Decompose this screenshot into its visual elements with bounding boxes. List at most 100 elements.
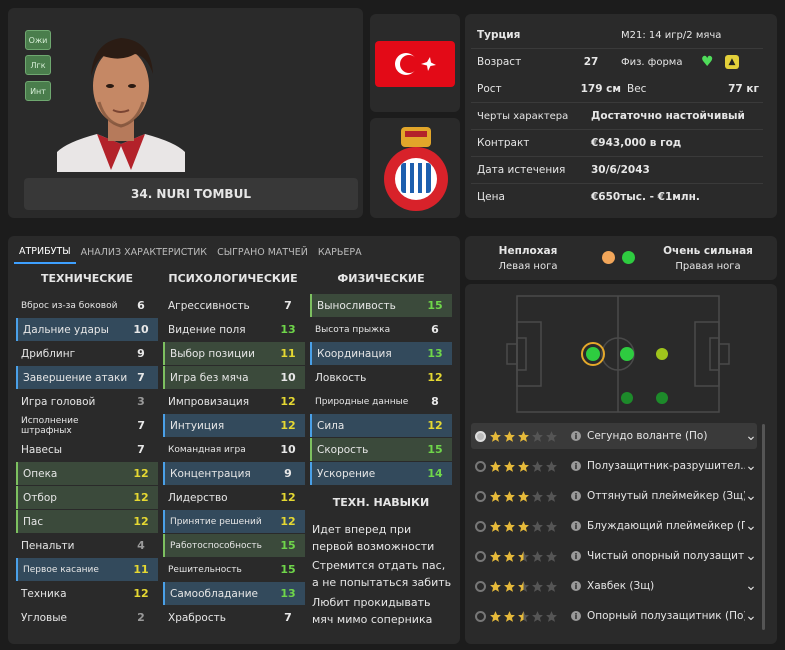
attr-label: Вброс из-за боковой: [21, 300, 118, 311]
attr-row[interactable]: Выбор позиции 11: [163, 342, 305, 365]
attr-value: 15: [427, 299, 443, 312]
attr-row[interactable]: Вброс из-за боковой 6: [16, 294, 158, 317]
attr-row[interactable]: Принятие решений 12: [163, 510, 305, 533]
chevron-down-icon[interactable]: ⌄: [745, 609, 757, 623]
attr-row[interactable]: Дальние удары 10: [16, 318, 158, 341]
attr-row[interactable]: Координация 13: [310, 342, 452, 365]
contract-row[interactable]: Контракт €943,000 в год: [471, 130, 763, 156]
attr-row[interactable]: Ускорение 14: [310, 462, 452, 485]
pitch-diagram: [506, 295, 730, 413]
role-radio[interactable]: [475, 430, 486, 442]
tag-2[interactable]: Инт: [25, 81, 51, 101]
role-radio[interactable]: [475, 490, 486, 502]
attr-value: 12: [133, 587, 149, 600]
tag-1[interactable]: Лгк: [25, 55, 51, 75]
attr-label: Первое касание: [23, 564, 99, 575]
role-radio[interactable]: [475, 520, 486, 532]
tab-attributes[interactable]: АТРИБУТЫ: [14, 240, 76, 264]
attr-row[interactable]: Скорость 15: [310, 438, 452, 461]
attr-row[interactable]: Интуиция 12: [163, 414, 305, 437]
role-item[interactable]: i Оттянутый плеймейкер (Зщ) ⌄: [471, 483, 757, 509]
attr-row[interactable]: Природные данные 8: [310, 390, 452, 413]
attr-row[interactable]: Техника 12: [16, 582, 158, 605]
attr-row[interactable]: Опека 12: [16, 462, 158, 485]
attr-row[interactable]: Навесы 7: [16, 438, 158, 461]
attr-row[interactable]: Храбрость 7: [163, 606, 305, 629]
chevron-down-icon[interactable]: ⌄: [745, 549, 757, 563]
attr-row[interactable]: Дриблинг 9: [16, 342, 158, 365]
role-item[interactable]: i Полузащитник-разрушител... ⌄: [471, 453, 757, 479]
attr-value: 6: [431, 323, 439, 336]
attr-row[interactable]: Сила 12: [310, 414, 452, 437]
attr-row[interactable]: Ловкость 12: [310, 366, 452, 389]
attr-row[interactable]: Пас 12: [16, 510, 158, 533]
info-icon[interactable]: i: [571, 431, 581, 441]
attr-value: 3: [137, 395, 145, 408]
chevron-down-icon[interactable]: ⌄: [745, 459, 757, 473]
attr-label: Координация: [317, 347, 392, 360]
tab-matches[interactable]: СЫГРАНО МАТЧЕЙ: [212, 240, 313, 264]
chevron-down-icon[interactable]: ⌄: [745, 489, 757, 503]
attr-row[interactable]: Лидерство 12: [163, 486, 305, 509]
role-item[interactable]: i Чистый опорный полузащит... ⌄: [471, 543, 757, 569]
chevron-down-icon[interactable]: ⌄: [745, 519, 757, 533]
roles-scrollbar[interactable]: [762, 424, 765, 630]
attr-label: Принятие решений: [170, 516, 262, 527]
attr-row[interactable]: Отбор 12: [16, 486, 158, 509]
tab-career[interactable]: КАРЬЕРА: [313, 240, 367, 264]
attr-row[interactable]: Видение поля 13: [163, 318, 305, 341]
attr-row[interactable]: Угловые 2: [16, 606, 158, 629]
chevron-down-icon[interactable]: ⌄: [745, 579, 757, 593]
tag-0[interactable]: Ожи: [25, 30, 51, 50]
attr-row[interactable]: Работоспособность 15: [163, 534, 305, 557]
role-radio[interactable]: [475, 580, 486, 592]
attr-row[interactable]: Первое касание 11: [16, 558, 158, 581]
attr-row[interactable]: Агрессивность 7: [163, 294, 305, 317]
attr-value: 15: [280, 563, 296, 576]
role-item[interactable]: i Блуждающий плеймейкер (По) ⌄: [471, 513, 757, 539]
info-icon[interactable]: i: [571, 551, 581, 561]
attr-value: 15: [280, 539, 296, 552]
attr-value: 10: [280, 371, 296, 384]
attr-row[interactable]: Импровизация 12: [163, 390, 305, 413]
right-foot-rating: Очень сильная: [663, 245, 753, 257]
attr-value: 2: [137, 611, 145, 624]
attr-row[interactable]: Самообладание 13: [163, 582, 305, 605]
role-item[interactable]: i Опорный полузащитник (По) ⌄: [471, 603, 757, 629]
attr-row[interactable]: Концентрация 9: [163, 462, 305, 485]
info-icon[interactable]: i: [571, 611, 581, 621]
attr-value: 11: [280, 347, 296, 360]
role-item[interactable]: i Хавбек (Зщ) ⌄: [471, 573, 757, 599]
star-icon: [518, 460, 529, 472]
role-item[interactable]: i Сегундо воланте (По) ⌄: [471, 423, 757, 449]
attr-row[interactable]: Пенальти 4: [16, 534, 158, 557]
info-icon[interactable]: i: [571, 461, 581, 471]
role-radio[interactable]: [475, 610, 486, 622]
attr-row[interactable]: Высота прыжка 6: [310, 318, 452, 341]
attr-label: Природные данные: [315, 396, 409, 407]
attr-row[interactable]: Завершение атаки 7: [16, 366, 158, 389]
star-icon: [518, 550, 529, 562]
info-icon[interactable]: i: [571, 581, 581, 591]
attr-row[interactable]: Игра головой 3: [16, 390, 158, 413]
attr-label: Техника: [21, 587, 67, 600]
chevron-down-icon[interactable]: ⌄: [745, 429, 757, 443]
info-icon[interactable]: i: [571, 491, 581, 501]
role-radio[interactable]: [475, 460, 486, 472]
attr-row[interactable]: Исполнение штрафных 7: [16, 414, 158, 437]
attr-row[interactable]: Игра без мяча 10: [163, 366, 305, 389]
attr-row[interactable]: Командная игра 10: [163, 438, 305, 461]
star-icon: [546, 580, 557, 592]
attr-row[interactable]: Решительность 15: [163, 558, 305, 581]
role-radio[interactable]: [475, 550, 486, 562]
info-icon[interactable]: i: [571, 521, 581, 531]
tech-skill-0: Идет вперед при первой возможности: [312, 523, 435, 553]
tab-analysis[interactable]: АНАЛИЗ ХАРАКТЕРИСТИК: [76, 240, 212, 264]
star-icon: [504, 430, 515, 442]
contract-value: €943,000 в год: [591, 137, 682, 149]
attr-row[interactable]: Выносливость 15: [310, 294, 452, 317]
attr-label: Лидерство: [168, 491, 228, 504]
attr-value: 12: [280, 395, 296, 408]
attr-value: 9: [137, 347, 145, 360]
contract-label: Контракт: [477, 137, 530, 149]
